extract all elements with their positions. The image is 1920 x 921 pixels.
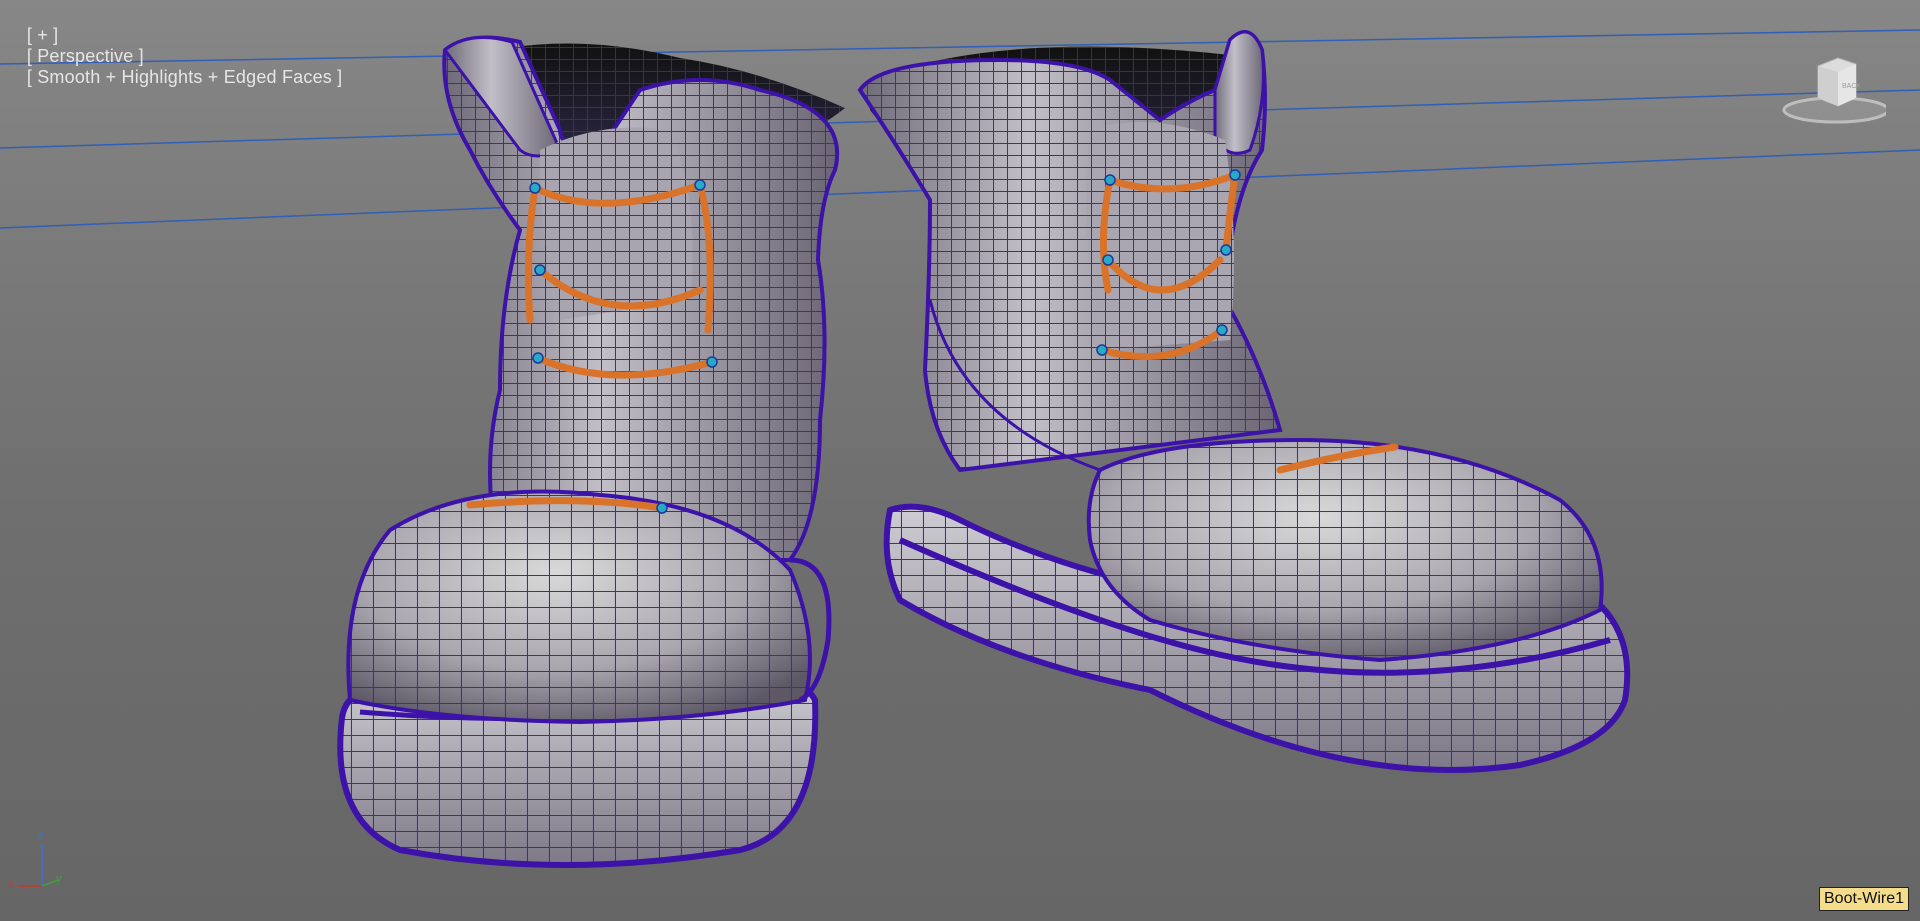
- axis-x-label: x: [8, 879, 14, 891]
- object-name-tooltip: Boot-Wire1: [1819, 887, 1910, 911]
- scene-canvas[interactable]: [0, 0, 1920, 921]
- axis-z-label: z: [38, 831, 44, 843]
- boot-right[interactable]: [857, 30, 1631, 773]
- viewport-view-menu[interactable]: [ Perspective ]: [27, 46, 144, 66]
- viewport-menu-plus[interactable]: [ + ]: [27, 25, 59, 45]
- viewport-shading-menu[interactable]: [ Smooth + Highlights + Edged Faces ]: [27, 67, 343, 87]
- viewcube-face-label: BACK: [1842, 83, 1861, 90]
- boot-left[interactable]: [337, 35, 845, 868]
- viewport-label: [ + ] [ Perspective ] [ Smooth + Highlig…: [6, 4, 342, 109]
- viewcube-icon[interactable]: BACK: [1776, 52, 1886, 132]
- axis-tripod-icon: z x y: [8, 831, 62, 891]
- axis-y-label: y: [56, 873, 62, 885]
- perspective-viewport[interactable]: [ + ] [ Perspective ] [ Smooth + Highlig…: [0, 0, 1920, 921]
